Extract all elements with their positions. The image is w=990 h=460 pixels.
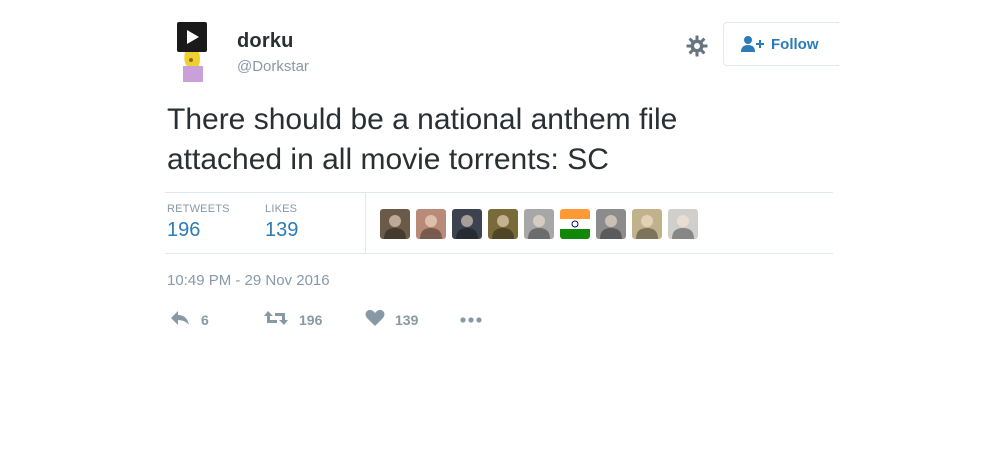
gear-icon[interactable] [685,34,709,58]
retweets-stat[interactable]: RETWEETS 196 [167,203,230,242]
likes-label: LIKES [265,203,298,215]
likes-count: 139 [265,219,299,241]
liker-avatar-1[interactable] [380,209,410,239]
retweets-count: 196 [167,219,201,241]
retweet-button[interactable]: 196 [263,308,322,332]
like-button[interactable]: 139 [365,308,418,332]
user-name[interactable]: dorku [237,30,294,53]
heart-icon [365,309,385,332]
reply-button[interactable]: 6 [169,308,209,332]
reply-count: 6 [201,312,209,328]
tweet-stats: RETWEETS 196 LIKES 139 [165,192,833,254]
likes-stat[interactable]: LIKES 139 [265,203,298,242]
more-dots-icon [459,311,483,329]
user-avatar[interactable] [177,22,213,82]
liker-avatar-7[interactable] [596,209,626,239]
liker-avatar-4[interactable] [488,209,518,239]
retweets-label: RETWEETS [167,203,230,215]
liker-avatars [380,209,704,239]
more-button[interactable] [459,308,483,332]
liker-avatar-9[interactable] [668,209,698,239]
follow-button[interactable]: Follow [723,22,839,66]
tweet-text-line-1: There should be a national anthem file [167,103,678,136]
tweet-timestamp[interactable]: 10:49 PM - 29 Nov 2016 [167,272,330,289]
liker-avatar-3[interactable] [452,209,482,239]
retweet-count: 196 [299,312,323,328]
liker-avatar-flag[interactable] [560,209,590,239]
stats-divider [365,193,366,253]
retweet-icon [263,309,289,332]
tweet-card: dorku @Dorkstar Follow There should be a… [165,18,839,348]
add-user-icon [740,35,766,53]
reply-icon [169,309,191,332]
like-count: 139 [395,312,419,328]
liker-avatar-8[interactable] [632,209,662,239]
liker-avatar-2[interactable] [416,209,446,239]
follow-button-label: Follow [771,35,819,53]
liker-avatar-5[interactable] [524,209,554,239]
tweet-text-line-2: attached in all movie torrents: SC [167,143,609,176]
user-handle[interactable]: @Dorkstar [237,58,309,75]
tweet-text: There should be a national anthem file a… [167,100,807,180]
